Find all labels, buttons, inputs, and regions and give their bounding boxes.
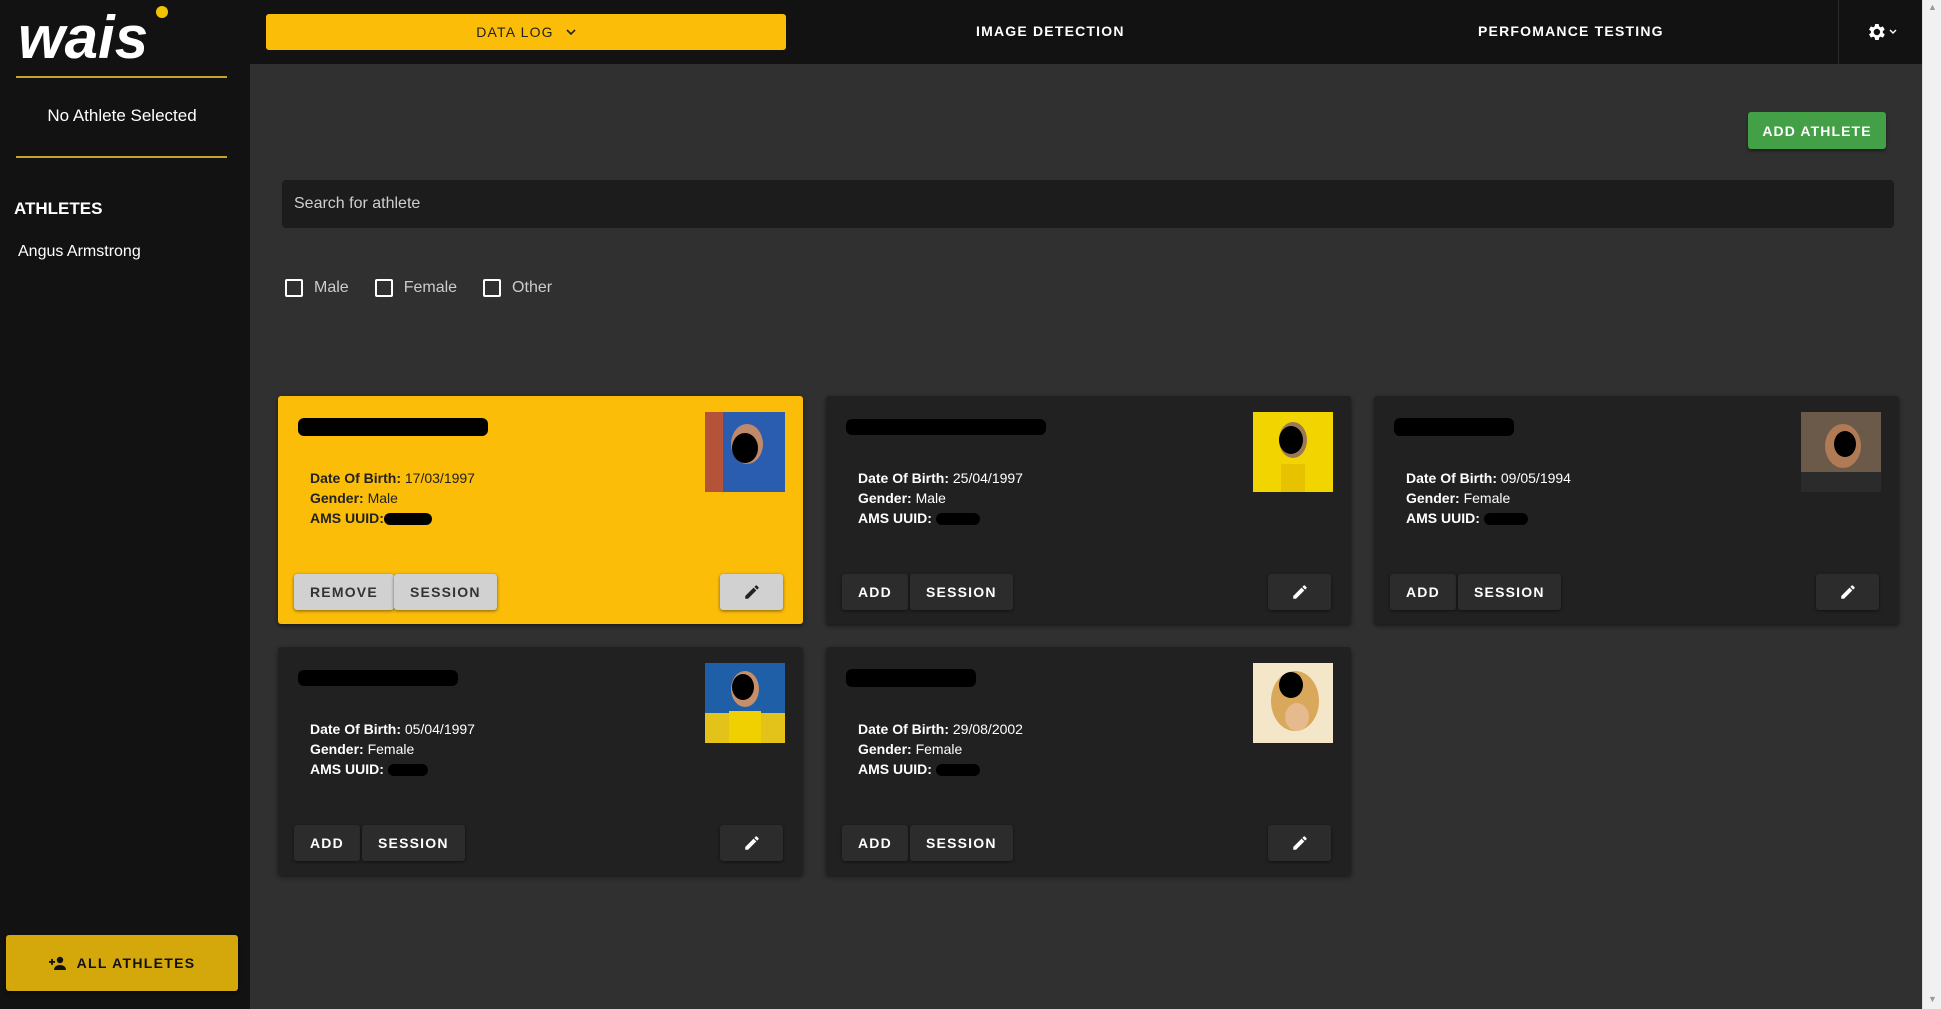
scrollbar[interactable]: ▲ ▼: [1922, 0, 1941, 1009]
sidebar-item-athlete[interactable]: Angus Armstrong: [18, 243, 141, 261]
athlete-name-redacted: [298, 669, 498, 691]
dob-value: 05/04/1997: [404, 721, 475, 737]
athlete-photo: [705, 663, 785, 743]
all-athletes-button[interactable]: ALL ATHLETES: [6, 935, 238, 991]
athlete-name-redacted: [298, 418, 498, 440]
filter-label: Other: [512, 279, 553, 296]
top-navigation: DATA LOG IMAGE DETECTION PERFOMANCE TEST…: [250, 0, 1922, 64]
chevron-down-icon: [1889, 29, 1896, 34]
uuid-redacted: [383, 513, 432, 526]
filter-label: Female: [403, 279, 458, 296]
all-athletes-label: ALL ATHLETES: [76, 955, 196, 971]
athlete-name-redacted: [846, 418, 1046, 440]
athlete-card[interactable]: Date Of Birth: 25/04/1997 Gender: Male A…: [826, 396, 1351, 624]
gender-filters: Male Female Other: [285, 279, 552, 297]
group-add-icon: [48, 956, 66, 970]
gender-value: Female: [1463, 490, 1511, 506]
athlete-details: Date Of Birth: 05/04/1997 Gender: Female…: [310, 721, 475, 777]
athlete-photo: [1253, 663, 1333, 743]
dob-value: 09/05/1994: [1500, 470, 1571, 486]
nav-performance-testing[interactable]: PERFOMANCE TESTING: [1478, 23, 1664, 39]
edit-button[interactable]: [720, 574, 783, 610]
athletes-heading: ATHLETES: [14, 199, 103, 218]
gender-value: Male: [367, 490, 398, 506]
dob-value: 17/03/1997: [404, 470, 475, 486]
gender-value: Female: [367, 741, 415, 757]
athlete-photo: [1801, 412, 1881, 492]
athlete-details: Date Of Birth: 17/03/1997 Gender: Male A…: [310, 470, 475, 526]
session-button[interactable]: SESSION: [910, 825, 1013, 861]
pencil-icon: [1292, 585, 1307, 599]
pencil-icon: [1840, 585, 1855, 599]
athlete-photo: [705, 412, 785, 492]
athlete-details: Date Of Birth: 29/08/2002 Gender: Female…: [858, 721, 1023, 777]
remove-button[interactable]: REMOVE: [294, 574, 394, 610]
wais-logo: wais: [18, 6, 168, 66]
gender-value: Female: [915, 741, 963, 757]
pencil-icon: [744, 836, 759, 850]
edit-button[interactable]: [1816, 574, 1879, 610]
add-athlete-button[interactable]: ADD ATHLETE: [1748, 112, 1886, 149]
pencil-icon: [744, 585, 759, 599]
session-button[interactable]: SESSION: [1458, 574, 1561, 610]
nav-data-log[interactable]: DATA LOG: [266, 14, 786, 50]
pencil-icon: [1292, 836, 1307, 850]
settings-menu[interactable]: [1838, 0, 1922, 64]
athlete-photo: [1253, 412, 1333, 492]
filter-female[interactable]: Female: [374, 279, 458, 297]
uuid-redacted: [935, 513, 980, 526]
athlete-details: Date Of Birth: 25/04/1997 Gender: Male A…: [858, 470, 1023, 526]
athlete-name-redacted: [846, 669, 1046, 691]
scroll-up-icon[interactable]: ▲: [1928, 2, 1937, 12]
gender-value: Male: [915, 490, 946, 506]
add-button[interactable]: ADD: [1390, 574, 1456, 610]
athlete-card[interactable]: Date Of Birth: 17/03/1997 Gender: Male A…: [278, 396, 803, 624]
edit-button[interactable]: [1268, 825, 1331, 861]
uuid-redacted: [935, 764, 980, 777]
add-button[interactable]: ADD: [842, 574, 908, 610]
edit-button[interactable]: [720, 825, 783, 861]
session-button[interactable]: SESSION: [394, 574, 497, 610]
add-button[interactable]: ADD: [294, 825, 360, 861]
session-button[interactable]: SESSION: [910, 574, 1013, 610]
edit-button[interactable]: [1268, 574, 1331, 610]
chevron-down-icon: [566, 28, 576, 35]
dob-value: 25/04/1997: [952, 470, 1023, 486]
divider: [16, 76, 227, 78]
athlete-card[interactable]: Date Of Birth: 29/08/2002 Gender: Female…: [826, 647, 1351, 875]
add-button[interactable]: ADD: [842, 825, 908, 861]
scroll-down-icon[interactable]: ▼: [1928, 994, 1937, 1004]
selected-athlete-label: No Athlete Selected: [47, 106, 197, 125]
athlete-card[interactable]: Date Of Birth: 09/05/1994 Gender: Female…: [1374, 396, 1899, 624]
uuid-redacted: [1483, 513, 1528, 526]
athlete-card[interactable]: Date Of Birth: 05/04/1997 Gender: Female…: [278, 647, 803, 875]
checkbox[interactable]: [374, 279, 393, 297]
checkbox[interactable]: [285, 279, 303, 297]
nav-data-log-label: DATA LOG: [476, 24, 554, 40]
filter-other[interactable]: Other: [483, 279, 552, 297]
filter-male[interactable]: Male: [285, 279, 349, 297]
divider: [16, 156, 227, 158]
nav-image-detection[interactable]: IMAGE DETECTION: [976, 23, 1125, 39]
uuid-redacted: [387, 764, 428, 777]
dob-value: 29/08/2002: [952, 721, 1023, 737]
checkbox[interactable]: [483, 279, 502, 297]
logo-text: wais: [18, 6, 148, 66]
athlete-details: Date Of Birth: 09/05/1994 Gender: Female…: [1406, 470, 1571, 526]
gear-icon: [1868, 24, 1885, 40]
filter-label: Male: [314, 279, 349, 296]
athlete-name-redacted: [1394, 418, 1594, 440]
session-button[interactable]: SESSION: [362, 825, 465, 861]
search-input[interactable]: [282, 180, 1894, 228]
sidebar: wais No Athlete Selected ATHLETES Angus …: [0, 0, 250, 1009]
